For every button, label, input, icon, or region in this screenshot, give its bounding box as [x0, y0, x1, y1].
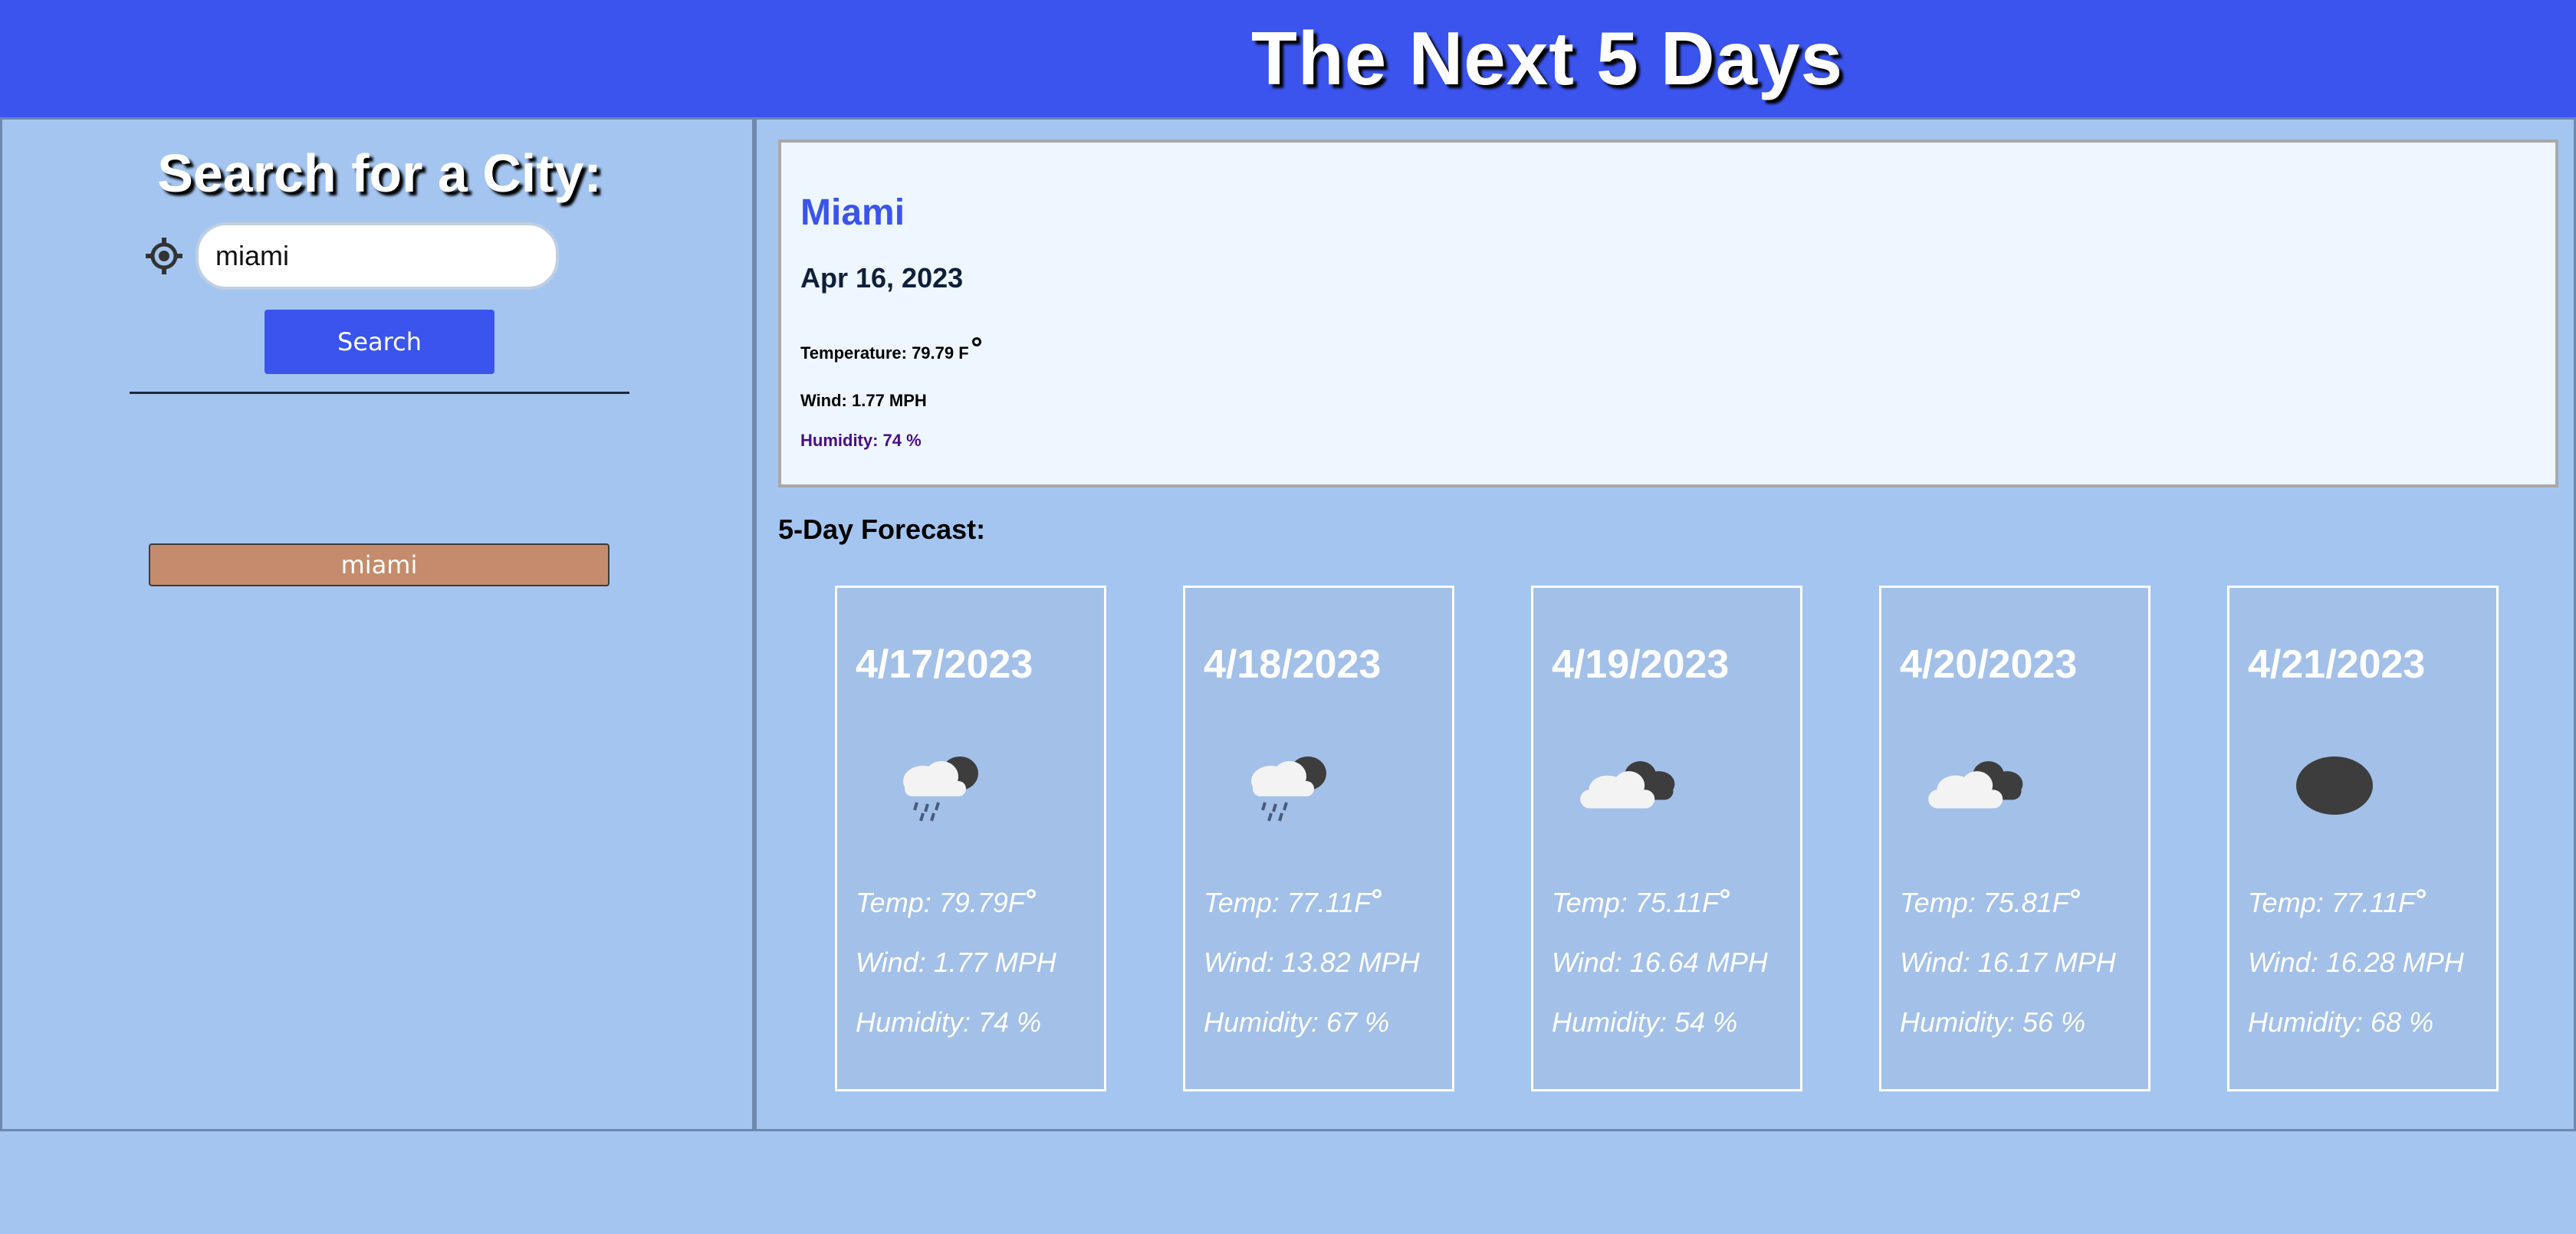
city-search-input[interactable]	[196, 222, 559, 290]
page-title: The Next 5 Days	[1251, 16, 1844, 100]
forecast-humidity: Humidity: 56 %	[1900, 1006, 2086, 1038]
current-city-name: Miami	[800, 192, 905, 233]
forecast-temp: Temp: 77.11F	[2248, 887, 2426, 919]
forecast-date: 4/18/2023	[1204, 642, 1382, 687]
forecast-temp: Temp: 79.79F	[856, 887, 1036, 919]
current-date: Apr 16, 2023	[800, 262, 964, 294]
weather-main: Miami Apr 16, 2023 Temperature: 79.79 F …	[754, 120, 2576, 1131]
forecast-humidity: Humidity: 54 %	[1552, 1006, 1738, 1038]
rain-cloud-icon	[903, 756, 978, 822]
forecast-date: 4/17/2023	[856, 642, 1033, 687]
forecast-label: 5-Day Forecast:	[778, 514, 986, 545]
forecast-wind: Wind: 1.77 MPH	[856, 947, 1056, 978]
page-header: The Next 5 Days	[0, 0, 2576, 120]
sidebar-divider	[130, 392, 629, 394]
forecast-temp-text: Temp: 77.11F	[1204, 887, 1372, 918]
forecast-temp-text: Temp: 77.11F	[2248, 887, 2416, 918]
search-button[interactable]: Search	[264, 310, 495, 374]
page-footer	[0, 1131, 2576, 1234]
location-target-icon[interactable]	[144, 236, 184, 276]
current-temperature-text: Temperature: 79.79 F	[800, 343, 969, 363]
search-title: Search for a City:	[157, 143, 602, 203]
broken-clouds-icon	[1580, 761, 1675, 809]
forecast-temp-text: Temp: 75.11F	[1552, 887, 1720, 918]
forecast-card: 4/17/2023 Temp: 79.79F Wind: 1.77 MPH Hu…	[835, 586, 1106, 1091]
forecast-humidity: Humidity: 74 %	[856, 1006, 1042, 1038]
degree-icon	[1372, 889, 1382, 898]
forecast-wind: Wind: 16.17 MPH	[1900, 947, 2116, 978]
overcast-clouds-icon	[2296, 756, 2373, 815]
forecast-card: 4/21/2023 Temp: 77.11F Wind: 16.28 MPH H…	[2227, 586, 2499, 1091]
forecast-humidity: Humidity: 67 %	[1204, 1006, 1390, 1038]
degree-icon	[971, 337, 981, 346]
forecast-temp: Temp: 75.81F	[1900, 887, 2080, 919]
forecast-date: 4/19/2023	[1552, 642, 1730, 687]
forecast-wind: Wind: 16.64 MPH	[1552, 947, 1768, 978]
degree-icon	[2417, 889, 2426, 898]
rain-cloud-icon	[1251, 756, 1326, 822]
current-humidity: Humidity: 74 %	[800, 431, 922, 450]
forecast-wind: Wind: 16.28 MPH	[2248, 947, 2464, 978]
forecast-card: 4/18/2023 Temp: 77.11F Wind: 13.82 MPH H…	[1183, 586, 1454, 1091]
current-weather-card: Miami Apr 16, 2023 Temperature: 79.79 F …	[778, 139, 2558, 487]
forecast-card: 4/20/2023 Temp: 75.81F Wind: 16.17 MPH H…	[1879, 586, 2150, 1091]
history-city-button[interactable]: miami	[149, 543, 610, 586]
forecast-date: 4/21/2023	[2248, 642, 2426, 687]
current-temperature: Temperature: 79.79 F	[800, 337, 981, 363]
forecast-card: 4/19/2023 Temp: 75.11F Wind: 16.64 MPH H…	[1531, 586, 1802, 1091]
forecast-temp: Temp: 75.11F	[1552, 887, 1730, 919]
forecast-wind: Wind: 13.82 MPH	[1204, 947, 1420, 978]
forecast-humidity: Humidity: 68 %	[2248, 1006, 2434, 1038]
search-sidebar: Search for a City: Search miami	[0, 120, 754, 1131]
current-wind: Wind: 1.77 MPH	[800, 391, 927, 410]
degree-icon	[1026, 889, 1036, 898]
forecast-temp-text: Temp: 75.81F	[1900, 887, 2069, 918]
forecast-temp: Temp: 77.11F	[1204, 887, 1382, 919]
broken-clouds-icon	[1928, 761, 2023, 809]
forecast-date: 4/20/2023	[1900, 642, 2078, 687]
forecast-temp-text: Temp: 79.79F	[856, 887, 1025, 918]
degree-icon	[1720, 889, 1730, 898]
degree-icon	[2070, 889, 2080, 898]
